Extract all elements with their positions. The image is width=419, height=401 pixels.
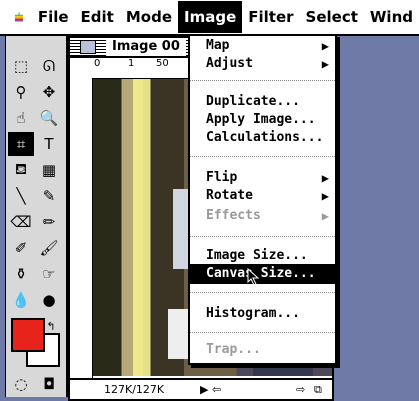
menu-item-label: Trap... xyxy=(206,342,261,357)
menu-item-label: Duplicate... xyxy=(206,94,300,109)
menu-edit[interactable]: Edit xyxy=(75,1,120,33)
menu-bar: File Edit Mode Image Filter Select Wind xyxy=(0,0,419,36)
menu-item-label: Adjust xyxy=(206,56,253,71)
smudge-tool-icon[interactable]: ☞ xyxy=(36,262,62,286)
line-tool-icon[interactable]: ╲ xyxy=(8,184,34,208)
paintbrush-tool-icon[interactable]: 🖌 xyxy=(36,236,62,260)
marquee-tool-icon[interactable]: ⬚ xyxy=(8,54,34,78)
eraser-tool-icon[interactable]: ⌫ xyxy=(8,210,34,234)
menu-item-label: Effects xyxy=(206,208,261,223)
toolbox: ⬚ ᘏ ⚲ ✥ ☝ 🔍 ⌗ T ⛾ ▦ ╲ ✎ ⌫ ✏ ✐ 🖌 ⚱ ☞ 💧 ● … xyxy=(5,36,68,397)
type-tool-icon[interactable]: T xyxy=(36,132,62,156)
dodge-burn-tool-icon[interactable]: ● xyxy=(36,288,62,312)
pencil-tool-icon[interactable]: ✏ xyxy=(36,210,62,234)
menu-item-effects[interactable]: Effects ▶ xyxy=(190,206,335,226)
menu-item-label: Calculations... xyxy=(206,130,324,145)
menu-separator xyxy=(190,332,335,333)
menu-item-flip[interactable]: Flip ▶ xyxy=(190,168,335,188)
menu-file[interactable]: File xyxy=(32,1,75,33)
image-status-bar: 127K/127K ▶ ⇦ ⇨ ⧉ xyxy=(70,378,332,399)
resize-box-icon[interactable]: ⧉ xyxy=(314,380,322,399)
gradient-tool-icon[interactable]: ▦ xyxy=(36,158,62,182)
eyedropper-tool-icon[interactable]: ✎ xyxy=(36,184,62,208)
menu-select[interactable]: Select xyxy=(300,1,364,33)
blur-tool-icon[interactable]: 💧 xyxy=(8,288,34,312)
standard-mode-icon[interactable]: ◌ xyxy=(8,372,34,396)
magic-wand-tool-icon[interactable]: ⚲ xyxy=(8,80,34,104)
ruler-number: 50 xyxy=(156,58,169,69)
menu-item-label: Apply Image... xyxy=(206,112,316,127)
scroll-right-button-icon[interactable]: ⇨ xyxy=(296,380,305,399)
vertical-ruler xyxy=(70,78,93,378)
submenu-arrow-icon: ▶ xyxy=(321,209,329,223)
menu-item-label: Histogram... xyxy=(206,306,300,321)
submenu-arrow-icon: ▶ xyxy=(321,57,329,71)
menu-item-apply-image[interactable]: Apply Image... xyxy=(190,110,335,130)
menu-item-image-size[interactable]: Image Size... xyxy=(190,246,335,266)
menu-item-label: Flip xyxy=(206,170,238,185)
close-box-icon[interactable] xyxy=(80,40,96,54)
ruler-number: 0 xyxy=(94,58,101,69)
menu-image[interactable]: Image xyxy=(178,1,243,33)
crop-tool-icon[interactable]: ⌗ xyxy=(8,132,34,156)
desktop-background xyxy=(336,36,419,397)
menu-item-canvas-size[interactable]: Canvas Size... xyxy=(190,264,335,284)
airbrush-tool-icon[interactable]: ✐ xyxy=(8,236,34,260)
document-size-readout: 127K/127K xyxy=(104,383,165,396)
rubber-stamp-tool-icon[interactable]: ⚱ xyxy=(8,262,34,286)
menu-item-map[interactable]: Map ▶ xyxy=(190,36,335,56)
menu-item-histogram[interactable]: Histogram... xyxy=(190,304,335,324)
menu-separator xyxy=(190,80,335,81)
image-window-title: Image 00 xyxy=(106,38,186,56)
submenu-arrow-icon: ▶ xyxy=(321,39,329,53)
menu-item-rotate[interactable]: Rotate ▶ xyxy=(190,186,335,206)
menu-filter[interactable]: Filter xyxy=(242,1,299,33)
menu-window[interactable]: Wind xyxy=(364,1,419,33)
menu-separator xyxy=(190,156,335,157)
menu-item-label: Map xyxy=(206,38,230,53)
submenu-arrow-icon: ▶ xyxy=(321,189,329,203)
menu-separator xyxy=(190,236,335,237)
zoom-tool-icon[interactable]: 🔍 xyxy=(36,106,62,130)
menu-item-label: Image Size... xyxy=(206,248,308,263)
menu-item-adjust[interactable]: Adjust ▶ xyxy=(190,54,335,74)
menu-item-trap[interactable]: Trap... xyxy=(190,340,335,360)
lasso-tool-icon[interactable]: ᘏ xyxy=(36,54,62,78)
scroll-left-arrow-icon[interactable]: ⇦ xyxy=(212,380,221,399)
mouse-pointer-icon xyxy=(247,268,260,286)
hand-tool-icon[interactable]: ☝ xyxy=(8,106,34,130)
menu-item-label: Rotate xyxy=(206,188,253,203)
submenu-arrow-icon: ▶ xyxy=(321,171,329,185)
menu-item-calculations[interactable]: Calculations... xyxy=(190,128,335,148)
swap-colors-icon[interactable]: ↰ xyxy=(38,314,64,338)
quick-mask-mode-icon[interactable]: ◘ xyxy=(36,372,62,396)
menu-separator xyxy=(190,292,335,293)
move-tool-icon[interactable]: ✥ xyxy=(36,80,62,104)
apple-menu-icon[interactable] xyxy=(14,6,24,28)
ruler-number: 1 xyxy=(128,58,135,69)
paint-bucket-tool-icon[interactable]: ⛾ xyxy=(8,158,34,182)
scroll-right-arrow-icon[interactable]: ▶ xyxy=(200,380,208,399)
menu-item-duplicate[interactable]: Duplicate... xyxy=(190,92,335,112)
image-menu-dropdown: Map ▶ Adjust ▶ Duplicate... Apply Image.… xyxy=(188,34,337,365)
menu-mode[interactable]: Mode xyxy=(120,1,178,33)
